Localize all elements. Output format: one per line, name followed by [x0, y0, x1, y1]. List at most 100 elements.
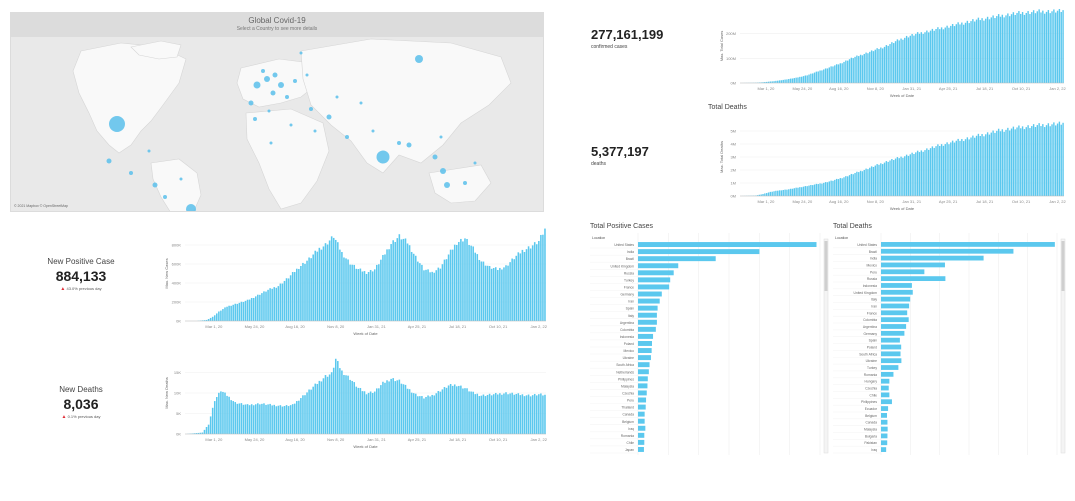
bar[interactable]	[848, 59, 851, 83]
bar[interactable]	[887, 161, 889, 196]
bar[interactable]	[845, 60, 847, 83]
bar[interactable]	[271, 288, 273, 321]
bar[interactable]	[544, 394, 546, 434]
bar[interactable]	[224, 307, 226, 321]
country-bubble[interactable]	[432, 154, 438, 160]
country-bar[interactable]	[638, 277, 671, 283]
bar[interactable]	[819, 183, 821, 196]
country-bar[interactable]	[638, 397, 647, 403]
bar[interactable]	[259, 294, 261, 321]
country-bar[interactable]	[638, 446, 644, 452]
bar[interactable]	[476, 393, 479, 434]
bar[interactable]	[466, 238, 468, 321]
bar[interactable]	[764, 193, 766, 196]
country-bubble[interactable]	[267, 109, 271, 113]
bar[interactable]	[228, 305, 230, 321]
new-positive-cases-chart[interactable]: 0K 200K 400K 600K 800K Mar 1, 20 May 24, 20 Aug…	[145, 220, 550, 345]
bar[interactable]	[341, 370, 343, 434]
country-label[interactable]: South Africa	[616, 363, 634, 367]
bar[interactable]	[474, 394, 477, 434]
country-label[interactable]: United States	[614, 243, 634, 247]
country-bar[interactable]	[881, 426, 888, 432]
bar[interactable]	[449, 384, 452, 434]
country-label[interactable]: Germany	[863, 332, 877, 336]
bar[interactable]	[279, 283, 282, 321]
bar[interactable]	[1058, 121, 1061, 196]
bar[interactable]	[216, 397, 218, 434]
bar[interactable]	[1056, 123, 1059, 196]
country-bar[interactable]	[638, 369, 649, 375]
country-bar[interactable]	[638, 355, 651, 361]
bar[interactable]	[488, 265, 491, 321]
country-bar[interactable]	[638, 326, 656, 332]
country-bar[interactable]	[881, 351, 901, 357]
country-bar[interactable]	[881, 406, 889, 411]
bar[interactable]	[308, 257, 310, 321]
bar[interactable]	[513, 259, 515, 321]
bar[interactable]	[380, 259, 382, 321]
bar[interactable]	[854, 56, 856, 83]
bar[interactable]	[211, 316, 214, 321]
bar[interactable]	[398, 234, 401, 321]
bar[interactable]	[341, 251, 343, 321]
bar[interactable]	[975, 135, 978, 196]
country-label[interactable]: Poland	[867, 346, 877, 350]
country-bar[interactable]	[881, 262, 945, 268]
bar[interactable]	[885, 45, 888, 83]
bar[interactable]	[870, 166, 873, 196]
bar[interactable]	[304, 395, 306, 434]
country-bubble[interactable]	[272, 72, 278, 78]
bar[interactable]	[856, 55, 858, 83]
bar[interactable]	[1045, 125, 1048, 196]
bar[interactable]	[234, 303, 237, 321]
bar[interactable]	[257, 403, 259, 434]
bar[interactable]	[915, 152, 917, 196]
bar[interactable]	[962, 24, 965, 83]
bar[interactable]	[365, 273, 368, 321]
bar[interactable]	[865, 52, 867, 83]
bar[interactable]	[1029, 14, 1031, 84]
bar[interactable]	[1027, 125, 1029, 196]
country-label[interactable]: India	[870, 257, 877, 261]
bar[interactable]	[812, 185, 814, 196]
bar[interactable]	[445, 259, 448, 321]
bar[interactable]	[209, 416, 212, 434]
bar[interactable]	[451, 385, 454, 434]
bar[interactable]	[390, 378, 392, 434]
bar[interactable]	[968, 139, 970, 196]
bar[interactable]	[1020, 128, 1022, 196]
country-label[interactable]: United Kingdom	[854, 291, 878, 295]
bar[interactable]	[273, 287, 276, 321]
bar[interactable]	[291, 404, 294, 434]
bar[interactable]	[339, 368, 341, 434]
bar[interactable]	[926, 30, 928, 83]
bar[interactable]	[533, 393, 536, 434]
bar[interactable]	[410, 392, 413, 434]
country-bar[interactable]	[638, 312, 657, 318]
bar[interactable]	[455, 386, 458, 434]
country-label[interactable]: Ecuador	[865, 407, 878, 411]
bar[interactable]	[488, 393, 491, 434]
bar[interactable]	[837, 179, 840, 196]
bar[interactable]	[250, 297, 253, 321]
bar[interactable]	[1005, 15, 1007, 84]
country-label[interactable]: Hungary	[865, 380, 878, 384]
country-label[interactable]: Mexico	[867, 263, 878, 267]
bar[interactable]	[1038, 123, 1040, 196]
country-label[interactable]: Colombia	[620, 328, 634, 332]
bar[interactable]	[907, 155, 910, 196]
bar[interactable]	[259, 404, 261, 434]
bar[interactable]	[511, 258, 513, 321]
bar[interactable]	[361, 391, 364, 434]
country-label[interactable]: Spain	[626, 307, 635, 311]
bar[interactable]	[904, 37, 906, 83]
bar[interactable]	[412, 393, 415, 434]
bar[interactable]	[994, 132, 996, 196]
bar[interactable]	[531, 245, 534, 321]
bar[interactable]	[1016, 12, 1018, 83]
bar[interactable]	[460, 385, 462, 434]
country-label[interactable]: Poland	[624, 342, 634, 346]
country-bubble[interactable]	[261, 69, 265, 73]
bar[interactable]	[839, 178, 842, 196]
bar[interactable]	[515, 393, 518, 434]
